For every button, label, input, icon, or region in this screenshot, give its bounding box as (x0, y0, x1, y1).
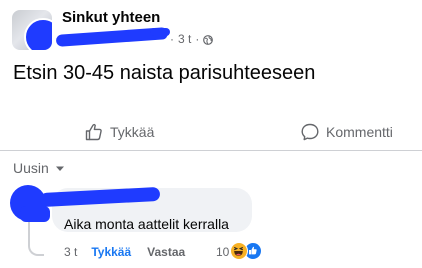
group-avatar[interactable] (12, 10, 52, 50)
speech-bubble-icon (300, 122, 320, 142)
reaction-count[interactable]: 10 (216, 245, 229, 259)
comment-sort-label: Uusin (13, 160, 49, 176)
comment-button-label: Kommentti (326, 124, 393, 140)
group-name[interactable]: Sinkut yhteen (62, 9, 160, 26)
comment-sort-dropdown[interactable]: Uusin (13, 160, 65, 176)
post-meta: · 3 t · (170, 32, 214, 46)
author-avatar-redaction (24, 18, 52, 50)
post-timestamp[interactable]: 3 t (178, 32, 191, 46)
thread-line (28, 222, 44, 256)
post-action-bar: Tykkää Kommentti (0, 112, 422, 152)
like-button-label: Tykkää (110, 124, 155, 140)
post-text: Etsin 30-45 naista parisuhteeseen (13, 62, 316, 84)
comment-button[interactable]: Kommentti (300, 120, 393, 144)
commenter-name-redaction-2 (20, 206, 50, 222)
comment-actions: 3 t Tykkää Vastaa (64, 245, 185, 259)
caret-down-icon (55, 160, 65, 176)
divider (0, 150, 422, 151)
haha-icon (230, 242, 248, 260)
globe-icon (203, 34, 214, 45)
author-name-redaction-tail (150, 28, 170, 36)
comment-text: Aika monta aattelit kerralla (64, 216, 229, 232)
reaction-summary[interactable] (230, 242, 264, 260)
post-meta-separator: · (170, 32, 174, 46)
post-header: Sinkut yhteen · 3 t · (0, 0, 422, 56)
like-button[interactable]: Tykkää (84, 120, 154, 144)
post-meta-separator-2: · (195, 32, 200, 46)
comment-timestamp[interactable]: 3 t (64, 245, 77, 259)
comment-like-button[interactable]: Tykkää (91, 245, 131, 259)
comment-reply-button[interactable]: Vastaa (147, 245, 185, 259)
thumbs-up-icon (84, 122, 104, 142)
